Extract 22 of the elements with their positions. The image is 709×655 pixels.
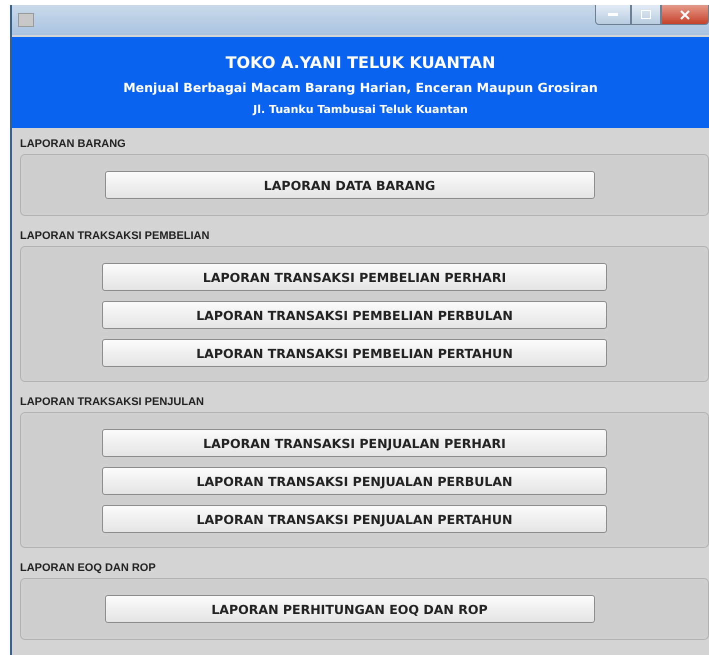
close-icon [680,10,690,20]
minimize-button[interactable] [595,5,631,25]
report-button[interactable]: LAPORAN TRANSAKSI PENJUALAN PERHARI [102,429,607,457]
store-subtitle: Menjual Berbagai Macam Barang Harian, Enceran Maupun Grosiran [123,80,598,95]
maximize-button[interactable] [631,5,661,25]
section-label: LAPORAN TRAKSAKSI PENJULAN [20,396,205,408]
report-button[interactable]: LAPORAN TRANSAKSI PEMBELIAN PERBULAN [102,301,607,329]
report-button[interactable]: LAPORAN TRANSAKSI PENJUALAN PERBULAN [102,467,607,495]
store-title: TOKO A.YANI TELUK KUANTAN [226,53,496,72]
maximize-icon [641,10,651,19]
report-button[interactable]: LAPORAN TRANSAKSI PEMBELIAN PERTAHUN [102,339,607,367]
report-button[interactable]: LAPORAN TRANSAKSI PEMBELIAN PERHARI [102,263,607,291]
app-icon [18,13,34,27]
minimize-icon [608,12,618,16]
report-button[interactable]: LAPORAN PERHITUNGAN EOQ DAN ROP [104,595,594,623]
section-label: LAPORAN BARANG [20,138,127,150]
report-button[interactable]: LAPORAN TRANSAKSI PENJUALAN PERTAHUN [102,505,607,533]
report-button[interactable]: LAPORAN DATA BARANG [104,171,594,199]
store-address: Jl. Tuanku Tambusai Teluk Kuantan [253,103,468,116]
section-label: LAPORAN EOQ DAN ROP [20,562,157,574]
section-label: LAPORAN TRAKSAKSI PEMBELIAN [20,230,210,242]
close-button[interactable] [661,5,709,25]
